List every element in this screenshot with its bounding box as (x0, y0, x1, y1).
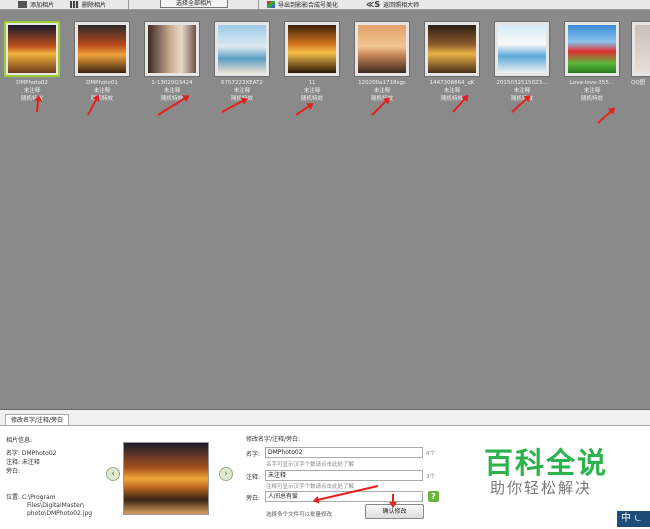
name-hint-link[interactable]: 名字可显示汉字个数请点击此处了解 (266, 460, 354, 468)
note-label: 注释: (246, 474, 261, 481)
photo-item[interactable]: QQ图 (631, 21, 650, 87)
watermark-title: 百科全说 (484, 446, 609, 480)
back-logo-icon: ≪S (366, 0, 381, 9)
photo-thumb[interactable] (144, 21, 200, 77)
photo-item[interactable]: 1447308864_qK 未注释 随机特效 (421, 21, 483, 103)
photo-item[interactable]: DMPhoto01 未注释 随机特效 (71, 21, 133, 103)
photo-strip: DMPhoto02 未注释 随机特效 DMPhoto01 未注释 随机特效 1-… (0, 10, 650, 124)
add-photo-icon (18, 1, 27, 8)
toolbar-divider (258, 0, 259, 9)
info-name: 名字: DMPhoto02 (6, 450, 57, 457)
photo-item[interactable]: 120200a1718sgc 未注释 随机特效 (351, 21, 413, 103)
back-button[interactable]: ≪S 返回照相大师 (366, 0, 419, 9)
delete-photo-button[interactable]: 删除相片 (70, 0, 106, 9)
photo-item[interactable]: 11 未注释 随机特效 (281, 21, 343, 103)
annotation-arrow (392, 494, 394, 505)
export-button[interactable]: 导出到影影合成号美化 (267, 0, 338, 9)
info-narration: 旁白: (6, 468, 21, 475)
next-photo-button[interactable]: › (219, 467, 233, 481)
name-input[interactable]: DMPhoto02 (265, 447, 423, 458)
photo-item[interactable]: 1-13020Q3424 未注释 随机特效 (141, 21, 203, 103)
toolbar-divider (128, 0, 129, 9)
photo-thumb[interactable] (564, 21, 620, 77)
watermark: 百科全说 助你轻松解决 (462, 428, 628, 513)
photo-thumb[interactable] (631, 21, 650, 77)
photo-thumb[interactable] (354, 21, 410, 77)
note-count: 3个 (426, 474, 435, 480)
info-location-line: Files\DigitalMaster\ (27, 502, 85, 509)
info-location: 位置: C:\Program (6, 494, 56, 501)
note-hint-link[interactable]: 注释可显示汉字个数请点击此处了解 (266, 482, 354, 490)
prev-photo-button[interactable]: ‹ (106, 467, 120, 481)
photo-thumb[interactable] (4, 21, 60, 77)
photo-item[interactable]: DMPhoto02 未注释 随机特效 (1, 21, 63, 103)
photo-thumb[interactable] (494, 21, 550, 77)
photo-thumb[interactable] (214, 21, 270, 77)
photo-thumb[interactable] (74, 21, 130, 77)
info-note: 注释: 未注释 (6, 459, 40, 466)
name-count: 4个 (426, 451, 435, 457)
annotation-arrow (36, 97, 40, 113)
note-input[interactable]: 未注释 (265, 470, 423, 481)
photo-item[interactable]: Love-love-355... 未注释 随机特效 (561, 21, 623, 103)
narration-label: 旁白: (246, 495, 261, 502)
photo-thumb[interactable] (424, 21, 480, 77)
photo-item[interactable]: 20150325150Z3... 未注释 随机特效 (491, 21, 553, 103)
grid-icon (70, 1, 79, 8)
edit-title: 修改名字/注释/旁白: (246, 436, 301, 443)
info-location-line: photo\DMPhoto02.jpg (27, 510, 93, 517)
ime-indicator[interactable]: 中 ⏾ (617, 511, 650, 527)
select-all-button[interactable]: 选择全部相片 (160, 0, 228, 8)
help-icon[interactable]: ? (428, 491, 439, 502)
export-icon (267, 1, 275, 8)
batch-hint: 选择多个文件可以批量修改 (266, 512, 333, 518)
photo-item[interactable]: 6757223XEAT2 未注释 随机特效 (211, 21, 273, 103)
add-photo-button[interactable]: 添加相片 (18, 0, 54, 9)
photo-preview (123, 442, 209, 515)
toolbar: 添加相片 删除相片 选择全部相片 导出到影影合成号美化 ≪S 返回照相大师 (0, 0, 650, 10)
annotation-arrow (295, 104, 312, 116)
watermark-subtitle: 助你轻松解决 (490, 479, 593, 497)
annotation-arrow (597, 108, 614, 124)
tab-edit-name[interactable]: 修改名字/注释/旁白 (5, 414, 70, 425)
info-title: 相片信息: (6, 437, 33, 444)
photo-thumb[interactable] (284, 21, 340, 77)
name-label: 名字: (246, 451, 261, 458)
